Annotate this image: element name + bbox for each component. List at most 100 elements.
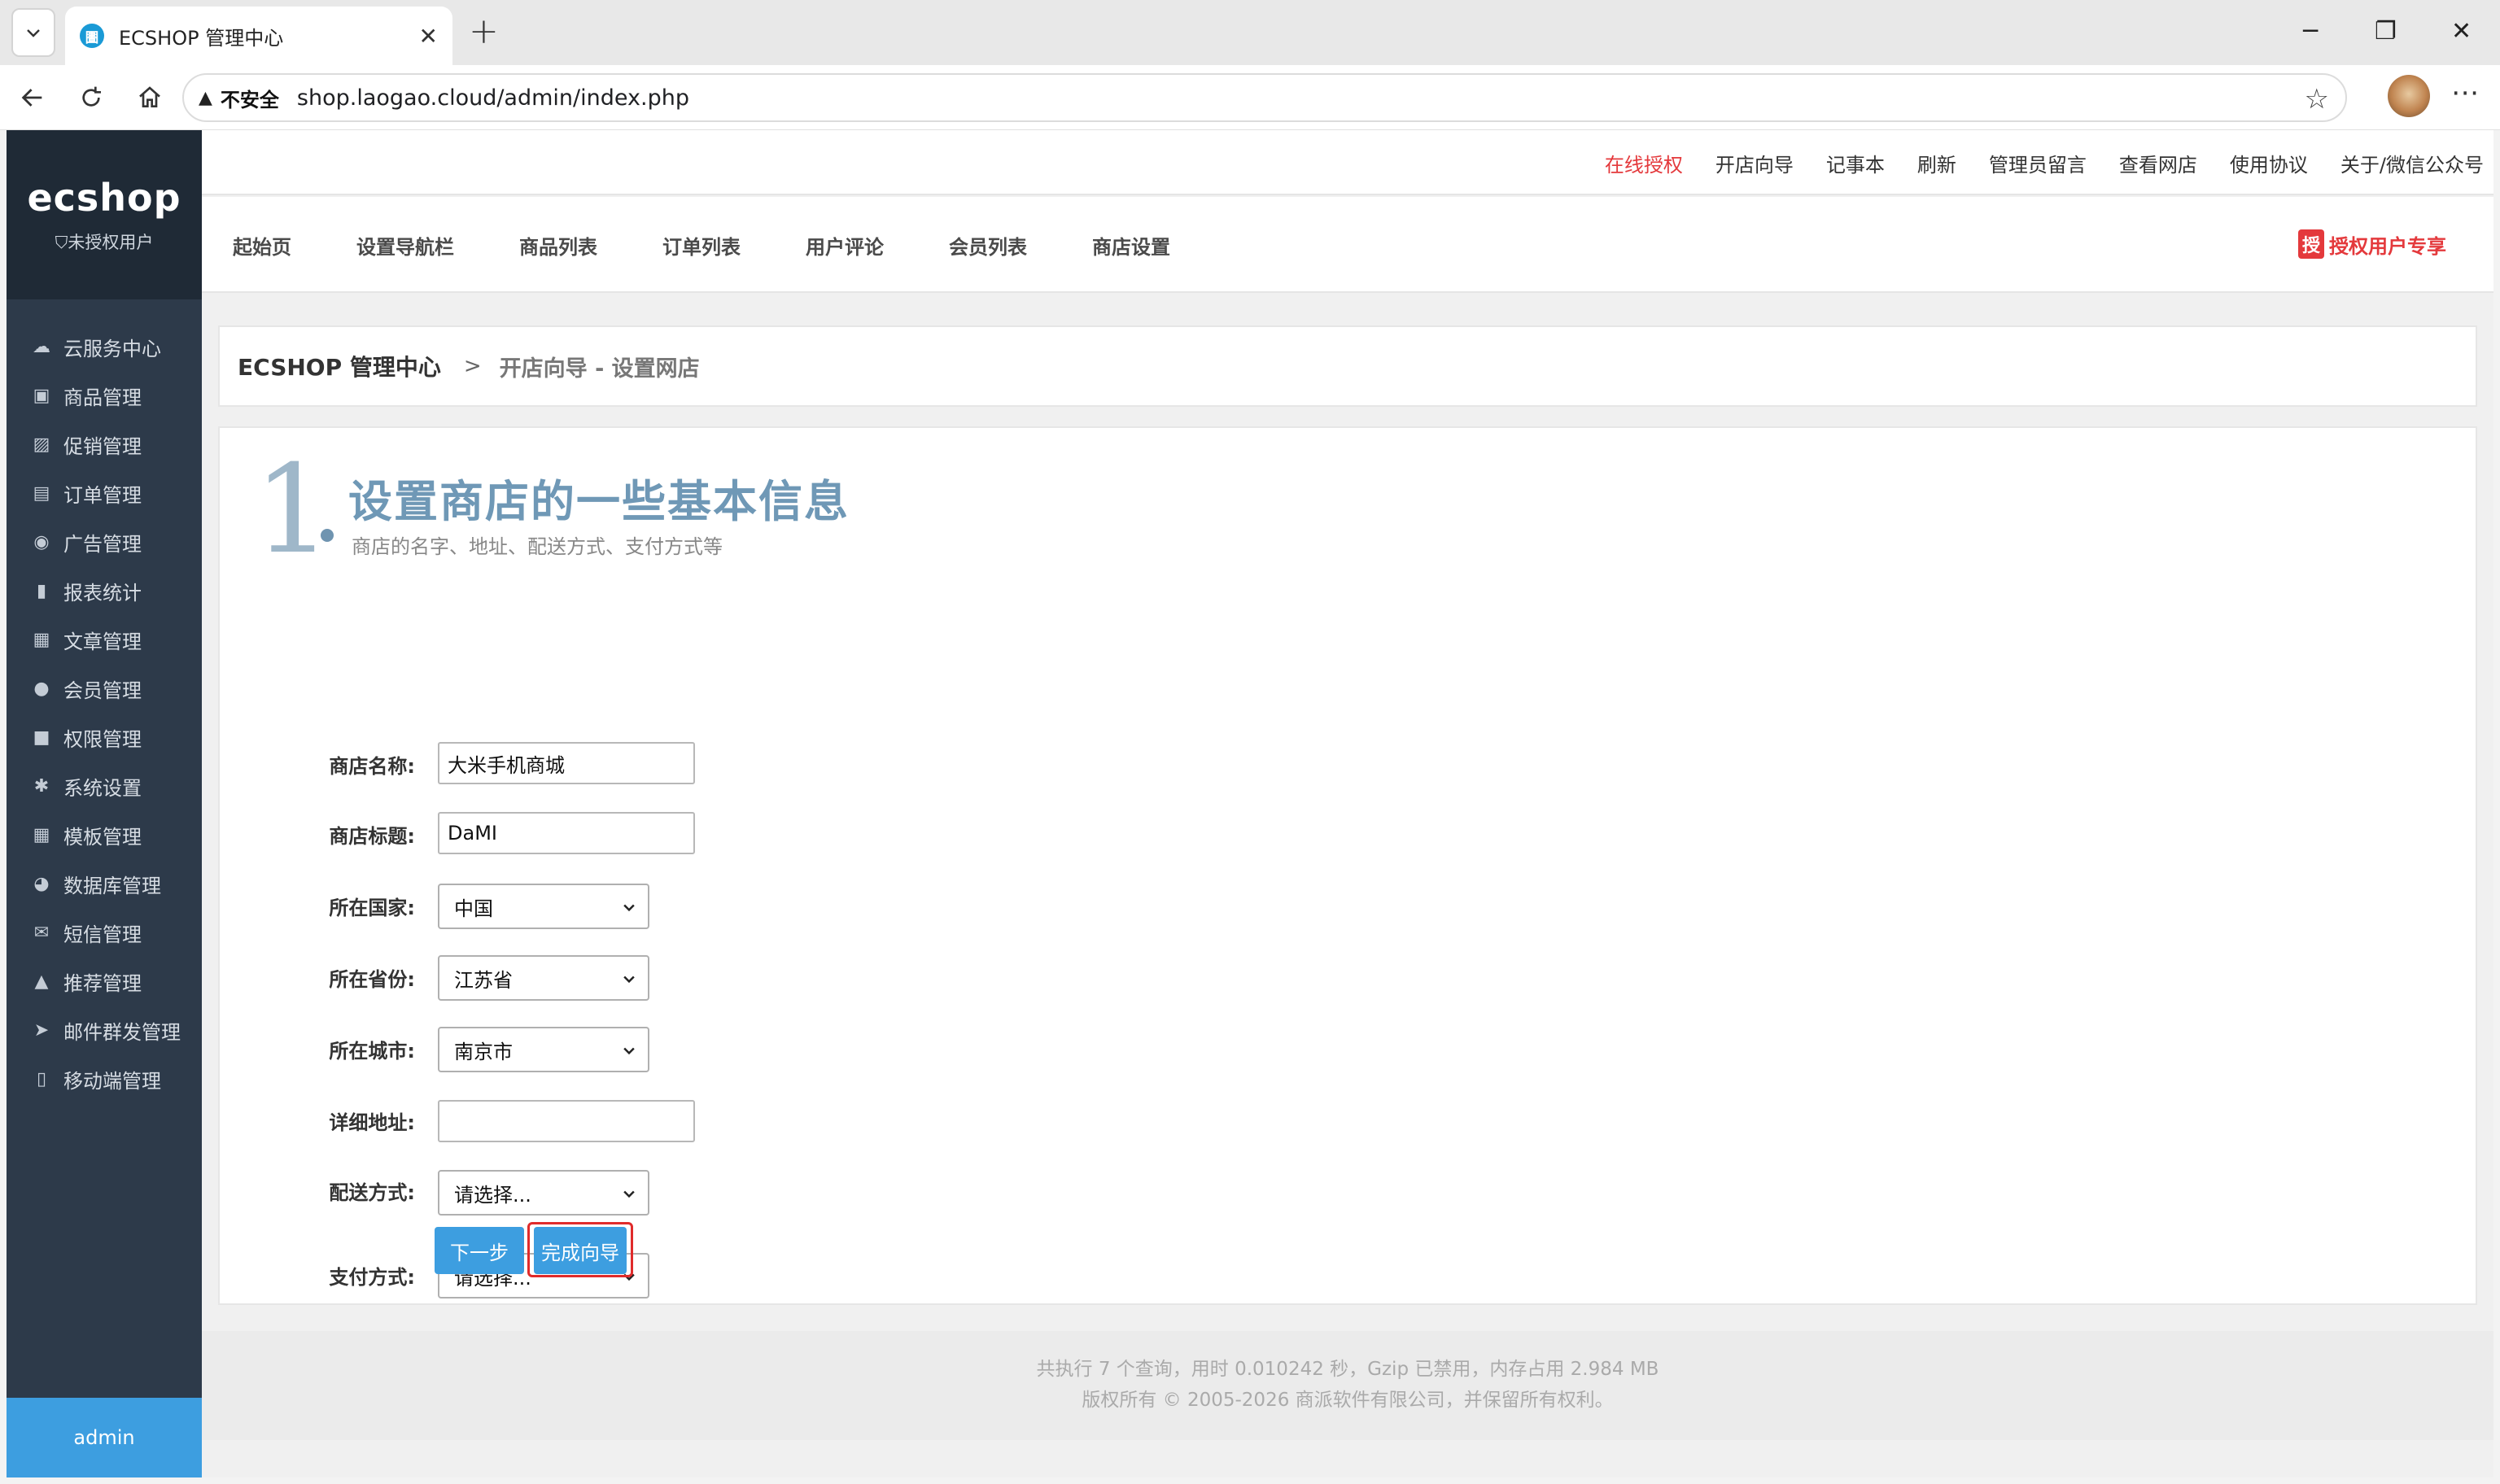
sidebar-item-label: 文章管理: [63, 630, 142, 653]
address-label: 详细地址:: [329, 1111, 415, 1134]
mail-icon: ✉: [33, 922, 50, 943]
wizard-panel: 1 设置商店的一些基本信息 商店的名字、地址、配送方式、支付方式等 商店名称: …: [218, 426, 2477, 1305]
minimize-button[interactable]: ─: [2303, 11, 2318, 52]
sidebar-item-label: 数据库管理: [63, 874, 161, 897]
tab-list-button[interactable]: [11, 8, 55, 57]
sidebar-item[interactable]: ✱ 系统设置: [7, 762, 202, 810]
quick-nav-item[interactable]: 用户评论: [806, 231, 884, 260]
breadcrumb-home[interactable]: ECSHOP 管理中心: [238, 350, 441, 382]
finish-wizard-button[interactable]: 完成向导: [534, 1227, 627, 1274]
city-value: 南京市: [454, 1040, 513, 1063]
promo-label: 授权用户专享: [2329, 234, 2446, 258]
arrow-left-icon: [21, 89, 42, 107]
breadcrumb: ECSHOP 管理中心 > 开店向导 - 设置网店: [218, 325, 2477, 407]
sidebar-item[interactable]: ◉ 广告管理: [7, 517, 202, 566]
thumbs-up-icon: ▲: [34, 971, 49, 992]
shop-title-input[interactable]: [438, 812, 695, 854]
top-link[interactable]: 开店向导: [1715, 149, 1794, 177]
city-label: 所在城市:: [329, 1040, 415, 1063]
sidebar-item[interactable]: ➤ 邮件群发管理: [7, 1006, 202, 1054]
insecure-label: 不安全: [220, 88, 279, 111]
sidebar-item-label: 报表统计: [63, 581, 142, 605]
province-label: 所在省份:: [329, 968, 415, 991]
reload-button[interactable]: [72, 78, 111, 117]
province-select[interactable]: 江苏省: [438, 955, 649, 1001]
warning-icon: ▲: [199, 87, 212, 108]
quick-nav-item[interactable]: 起始页: [233, 231, 291, 260]
breadcrumb-separator: >: [463, 354, 482, 378]
quick-nav-item[interactable]: 会员列表: [949, 231, 1027, 260]
quick-nav-item[interactable]: 订单列表: [662, 231, 741, 260]
address-input[interactable]: [438, 1100, 695, 1142]
article-icon: ▦: [33, 629, 50, 650]
sidebar-item[interactable]: ▮ 报表统计: [7, 566, 202, 615]
back-button[interactable]: [13, 78, 52, 117]
tab-close-icon[interactable]: ✕: [419, 23, 438, 50]
tab-title: ECSHOP 管理中心: [119, 26, 284, 50]
sidebar-item[interactable]: ✉ 短信管理: [7, 908, 202, 957]
current-user[interactable]: admin: [7, 1398, 202, 1477]
shop-name-input[interactable]: [438, 742, 695, 784]
favicon-icon: 圕: [80, 24, 104, 48]
country-label: 所在国家:: [329, 897, 415, 919]
shipping-select[interactable]: 请选择...: [438, 1170, 649, 1216]
sidebar-item-label: 推荐管理: [63, 971, 142, 995]
top-link[interactable]: 查看网店: [2119, 149, 2197, 177]
shop-title-label: 商店标题:: [329, 825, 415, 848]
mobile-icon: ▯: [36, 1068, 47, 1089]
step-subtitle: 商店的名字、地址、配送方式、支付方式等: [352, 535, 723, 558]
sidebar-item-label: 短信管理: [63, 923, 142, 946]
star-icon[interactable]: ☆: [2305, 83, 2329, 116]
top-link[interactable]: 刷新: [1917, 149, 1956, 177]
shop-name-label: 商店名称:: [329, 755, 415, 778]
home-button[interactable]: [130, 78, 169, 117]
more-menu-icon[interactable]: ⋯: [2451, 76, 2480, 109]
breadcrumb-current: 开店向导 - 设置网店: [499, 356, 700, 382]
country-value: 中国: [454, 897, 493, 920]
sidebar-item-label: 会员管理: [63, 679, 142, 702]
sidebar-item[interactable]: ☁ 云服务中心: [7, 322, 202, 371]
home-icon: [139, 86, 160, 107]
ad-icon: ◉: [33, 531, 50, 552]
close-window-button[interactable]: ✕: [2451, 11, 2472, 52]
sidebar-item[interactable]: ▯ 移动端管理: [7, 1054, 202, 1103]
promo-link[interactable]: 授 授权用户专享: [2298, 229, 2446, 259]
top-links-bar: 在线授权 开店向导 记事本 刷新 管理员留言 查看网店 使用协议 关于/微信公众号: [202, 130, 2493, 195]
city-select[interactable]: 南京市: [438, 1027, 649, 1072]
chart-icon: ▮: [36, 580, 47, 601]
sidebar-item[interactable]: ◕ 数据库管理: [7, 859, 202, 908]
top-link[interactable]: 使用协议: [2230, 149, 2308, 177]
new-tab-button[interactable]: +: [469, 11, 499, 52]
top-link[interactable]: 记事本: [1826, 149, 1885, 177]
restore-button[interactable]: ❐: [2375, 11, 2397, 52]
profile-avatar[interactable]: [2388, 75, 2430, 117]
sidebar-item[interactable]: ▦ 模板管理: [7, 810, 202, 859]
sidebar-item-label: 商品管理: [63, 386, 142, 409]
top-link[interactable]: 关于/微信公众号: [2340, 149, 2484, 177]
chevron-down-icon: [618, 1040, 640, 1061]
sidebar-item[interactable]: ■ 权限管理: [7, 713, 202, 762]
sidebar-item[interactable]: ▣ 商品管理: [7, 371, 202, 420]
sidebar-item[interactable]: ▦ 文章管理: [7, 615, 202, 664]
sidebar-item[interactable]: ▲ 推荐管理: [7, 957, 202, 1006]
next-step-button[interactable]: 下一步: [435, 1227, 524, 1274]
payment-label: 支付方式:: [329, 1266, 415, 1289]
province-value: 江苏省: [454, 968, 513, 992]
browser-tab[interactable]: 圕 ECSHOP 管理中心 ✕: [65, 7, 452, 65]
country-select[interactable]: 中国: [438, 884, 649, 929]
sidebar-item[interactable]: ● 会员管理: [7, 664, 202, 713]
quick-nav-item[interactable]: 商店设置: [1092, 231, 1170, 260]
address-bar[interactable]: ▲ 不安全 shop.laogao.cloud/admin/index.php …: [182, 73, 2347, 122]
lock-icon: ■: [33, 727, 50, 748]
url-text[interactable]: shop.laogao.cloud/admin/index.php: [297, 85, 689, 111]
sidebar-item[interactable]: ▤ 订单管理: [7, 469, 202, 517]
chevron-down-icon: [618, 968, 640, 989]
quick-nav-item[interactable]: 设置导航栏: [356, 231, 454, 260]
sidebar-item[interactable]: ▨ 促销管理: [7, 420, 202, 469]
ecshop-logo[interactable]: ecshop: [27, 176, 181, 220]
top-link[interactable]: 在线授权: [1605, 149, 1683, 177]
chevron-down-icon: [618, 897, 640, 918]
sidebar-item-label: 权限管理: [63, 727, 142, 751]
quick-nav-item[interactable]: 商品列表: [519, 231, 597, 260]
top-link[interactable]: 管理员留言: [1989, 149, 2087, 177]
